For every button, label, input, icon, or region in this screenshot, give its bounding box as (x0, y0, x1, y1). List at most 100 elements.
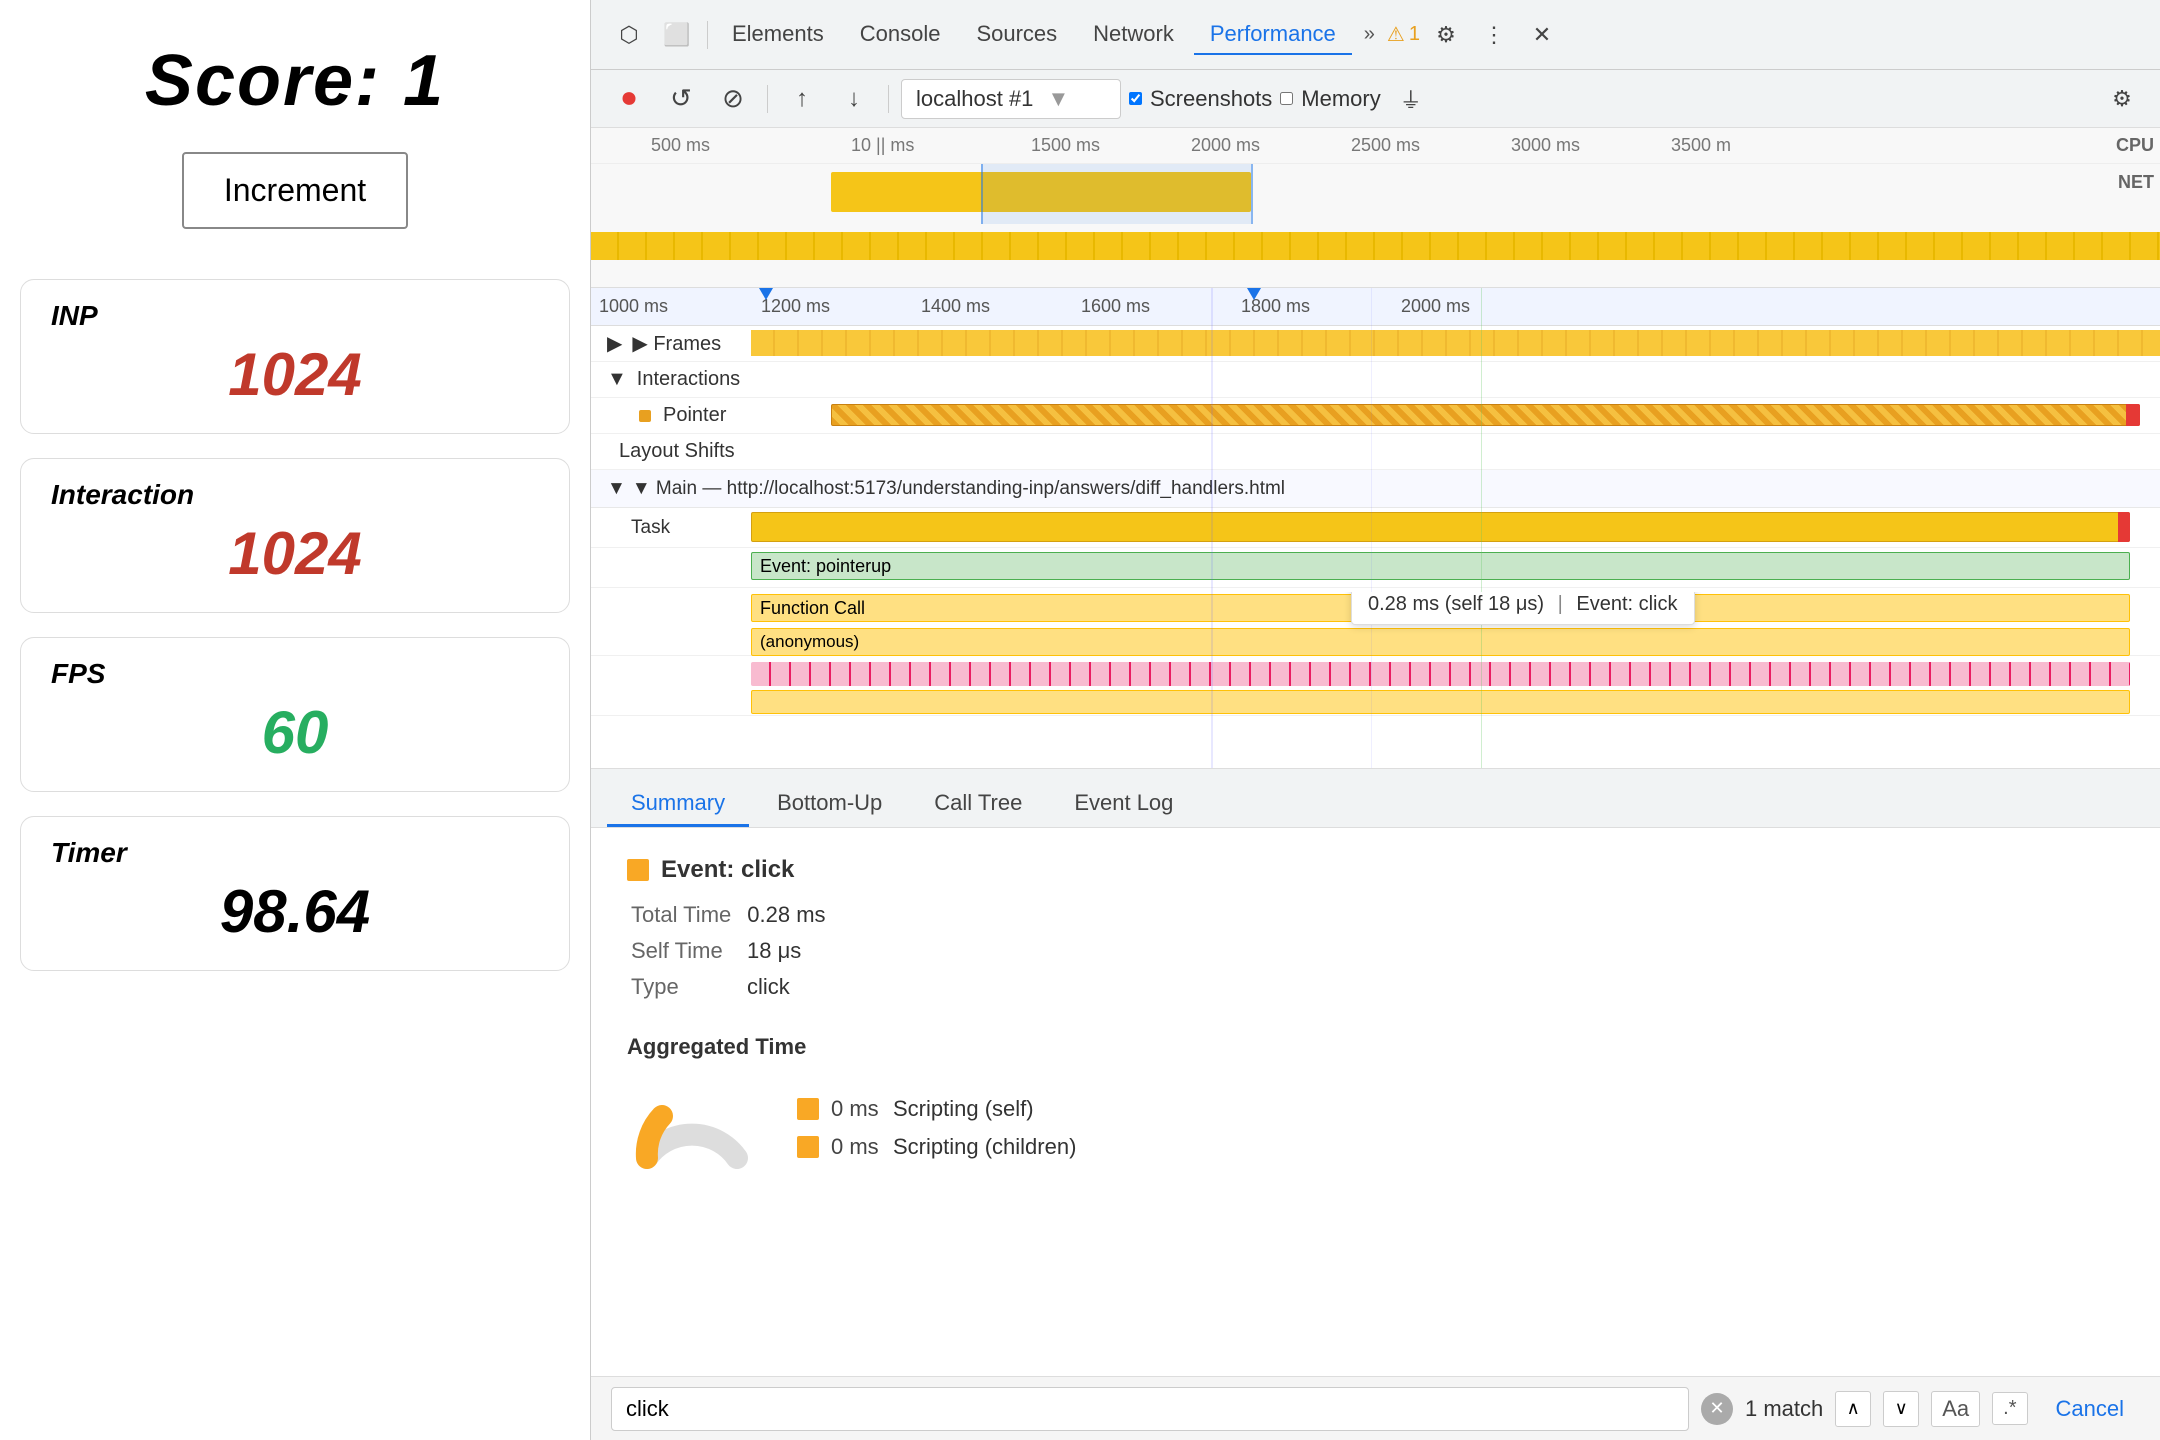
cancel-button[interactable]: Cancel (2040, 1392, 2140, 1426)
search-input[interactable] (611, 1387, 1689, 1431)
pointerup-bar[interactable]: Event: pointerup (751, 552, 2130, 580)
pointerup-track: Event: pointerup (591, 548, 2160, 588)
more-icon[interactable]: ⋮ (1472, 13, 1516, 57)
bottom-tabs: Summary Bottom-Up Call Tree Event Log (591, 768, 2160, 828)
tab-event-log[interactable]: Event Log (1050, 782, 1197, 827)
aggregated-chart: 0 ms Scripting (self) 0 ms Scripting (ch… (627, 1078, 2124, 1178)
tick2-1400ms: 1400 ms (921, 296, 990, 317)
search-clear-button[interactable]: ✕ (1701, 1393, 1733, 1425)
tab-sources[interactable]: Sources (960, 15, 1073, 55)
cpu-label: CPU (2116, 135, 2154, 156)
timer-label: Timer (51, 837, 539, 869)
main-url-row[interactable]: ▼ ▼ Main — http://localhost:5173/underst… (591, 470, 2160, 508)
task-content (751, 508, 2160, 547)
frames-expand-icon: ▶ (607, 331, 622, 356)
self-time-row: Self Time 18 μs (627, 938, 2124, 964)
tab-network[interactable]: Network (1077, 15, 1190, 55)
frames-strip (751, 330, 2160, 356)
match-count: 1 match (1745, 1396, 1823, 1422)
warning-icon: ⚠ (1387, 22, 1405, 47)
tab-bottom-up[interactable]: Bottom-Up (753, 782, 906, 827)
tick-3000ms: 3000 ms (1511, 135, 1580, 156)
score-title: Score: 1 (145, 40, 445, 122)
pointer-bar[interactable] (831, 404, 2140, 426)
pointer-content (771, 398, 2160, 433)
case-sensitive-button[interactable]: Aa (1931, 1391, 1980, 1427)
anonymous-bar[interactable]: (anonymous) (751, 628, 2130, 656)
devtools-topbar: ⬡ ⬜ Elements Console Sources Network Per… (591, 0, 2160, 70)
cursor-icon[interactable]: ⬡ (607, 13, 651, 57)
reload-record-button[interactable]: ↺ (659, 77, 703, 121)
selection-triangle-right (1247, 288, 1261, 300)
record-button[interactable]: ⏺ (607, 77, 651, 121)
match-prev-button[interactable]: ∧ (1835, 1391, 1871, 1427)
task-label: Task (591, 517, 751, 539)
timer-value: 98.64 (51, 877, 539, 946)
task-track: Task (591, 508, 2160, 548)
legend-scripting-children: 0 ms Scripting (children) (797, 1134, 1076, 1160)
legend-scripting-self: 0 ms Scripting (self) (797, 1096, 1076, 1122)
tab-call-tree[interactable]: Call Tree (910, 782, 1046, 827)
warning-count: 1 (1409, 23, 1420, 46)
pink-strip (751, 662, 2130, 686)
aggregated-time-label: Aggregated Time (627, 1034, 2124, 1060)
tab-performance[interactable]: Performance (1194, 15, 1352, 55)
task-bar[interactable] (751, 512, 2130, 542)
fps-card: FPS 60 (20, 637, 570, 792)
memory-checkbox[interactable]: Memory (1280, 86, 1380, 112)
net-label: NET (2118, 172, 2154, 193)
upload-button[interactable]: ↑ (780, 77, 824, 121)
interaction-value: 1024 (51, 519, 539, 588)
main-expand-icon: ▼ (607, 478, 626, 500)
more-tabs-icon[interactable]: » (1356, 23, 1383, 46)
frames-track: ▶ ▶ Frames (591, 326, 2160, 362)
screenshot-icon[interactable]: ⬜ (655, 13, 699, 57)
tab-elements[interactable]: Elements (716, 15, 840, 55)
layout-shifts-content (751, 434, 2160, 469)
regex-button[interactable]: .* (1992, 1392, 2027, 1425)
download-button[interactable]: ↓ (832, 77, 876, 121)
interactions-label[interactable]: ▼ Interactions (591, 368, 751, 391)
pointer-color-swatch (639, 410, 651, 422)
interactions-content (751, 362, 2160, 397)
frames-label[interactable]: ▶ ▶ Frames (591, 331, 751, 356)
tick-1000ms: 10 || ms (851, 135, 914, 156)
tick2-1000ms: 1000 ms (599, 296, 668, 317)
scripting-children-swatch (797, 1136, 819, 1158)
perf-settings-icon[interactable]: ⚙ (2100, 77, 2144, 121)
tick-500ms: 500 ms (651, 135, 710, 156)
separator2 (767, 85, 768, 113)
inp-label: INP (51, 300, 539, 332)
settings-icon[interactable]: ⚙ (1424, 13, 1468, 57)
yellow-bottom-strip (751, 690, 2130, 714)
url-selector[interactable]: localhost #1 ▼ (901, 79, 1121, 119)
match-next-button[interactable]: ∨ (1883, 1391, 1919, 1427)
event-title: Event: click (627, 856, 2124, 884)
interactions-track: ▼ Interactions (591, 362, 2160, 398)
layout-shifts-track: Layout Shifts (591, 434, 2160, 470)
pointer-bar-end (2126, 404, 2140, 426)
donut-chart (627, 1078, 757, 1178)
close-icon[interactable]: ✕ (1520, 13, 1564, 57)
warning-badge: ⚠ 1 (1387, 22, 1420, 47)
tick-3500ms: 3500 m (1671, 135, 1731, 156)
increment-button[interactable]: Increment (182, 152, 408, 229)
summary-panel: Event: click Total Time 0.28 ms Self Tim… (591, 828, 2160, 1376)
timeline-ruler2: 1000 ms 1200 ms 1400 ms 1600 ms 1800 ms … (591, 288, 2160, 326)
timeline-main[interactable]: 1000 ms 1200 ms 1400 ms 1600 ms 1800 ms … (591, 288, 2160, 768)
layout-shifts-label: Layout Shifts (591, 440, 751, 463)
screenshots-checkbox[interactable]: Screenshots (1129, 86, 1272, 112)
inp-value: 1024 (51, 340, 539, 409)
separator (707, 21, 708, 49)
interaction-label: Interaction (51, 479, 539, 511)
legend-items: 0 ms Scripting (self) 0 ms Scripting (ch… (797, 1096, 1076, 1160)
selection-triangle-left (759, 288, 773, 300)
frames-content (751, 326, 2160, 361)
overview-panel: 500 ms 10 || ms 1500 ms 2000 ms 2500 ms … (591, 128, 2160, 288)
tab-summary[interactable]: Summary (607, 782, 749, 827)
clear-button[interactable]: ⊘ (711, 77, 755, 121)
mini-frames (591, 224, 2160, 274)
strips-content (751, 660, 2160, 720)
tab-console[interactable]: Console (844, 15, 957, 55)
capture-settings-icon[interactable]: ⏚ (1389, 77, 1433, 121)
